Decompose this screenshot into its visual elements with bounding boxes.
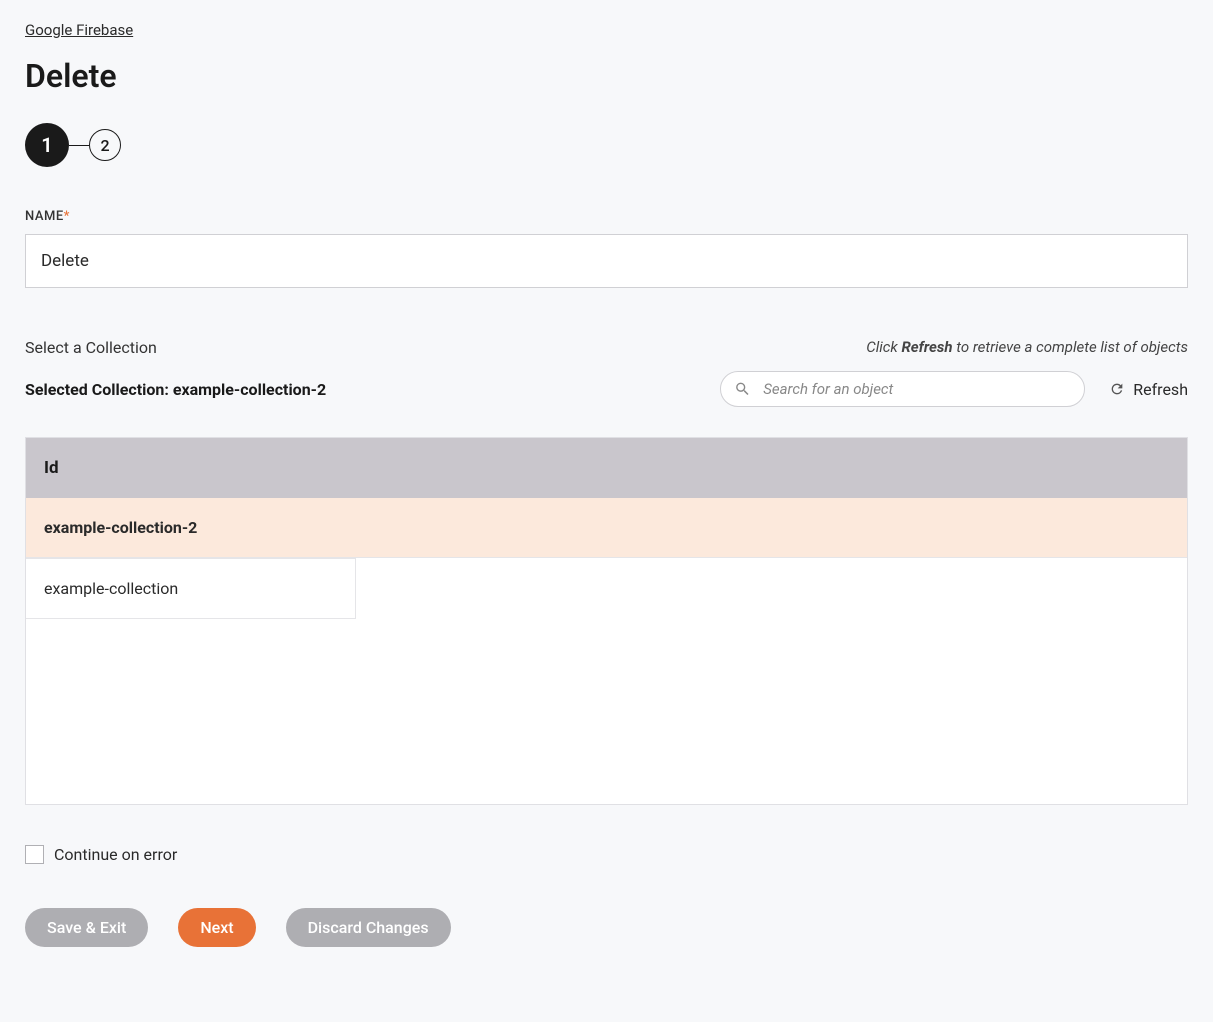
refresh-button[interactable]: Refresh: [1109, 380, 1188, 399]
refresh-icon: [1109, 381, 1125, 397]
collection-table: Id example-collection-2 example-collecti…: [25, 437, 1188, 805]
continue-on-error-label: Continue on error: [54, 845, 177, 864]
continue-on-error-checkbox[interactable]: [25, 845, 44, 864]
name-field-label: NAME*: [25, 209, 1188, 224]
page-title: Delete: [25, 57, 1188, 95]
refresh-button-label: Refresh: [1133, 380, 1188, 399]
stepper: 1 2: [25, 123, 1188, 167]
step-1[interactable]: 1: [25, 123, 69, 167]
step-2[interactable]: 2: [89, 129, 121, 161]
name-input[interactable]: [25, 234, 1188, 288]
search-wrap: [720, 371, 1085, 407]
refresh-hint: Click Refresh to retrieve a complete lis…: [866, 338, 1188, 356]
discard-changes-button[interactable]: Discard Changes: [286, 908, 451, 947]
breadcrumb-link[interactable]: Google Firebase: [25, 21, 133, 39]
search-icon: [734, 381, 751, 398]
table-header-id: Id: [26, 438, 1187, 498]
selected-collection-label: Selected Collection: example-collection-…: [25, 380, 326, 399]
save-exit-button[interactable]: Save & Exit: [25, 908, 148, 947]
next-button[interactable]: Next: [178, 908, 255, 947]
required-indicator: *: [64, 209, 70, 224]
table-row[interactable]: example-collection-2: [26, 498, 1187, 558]
table-row[interactable]: example-collection: [26, 558, 356, 619]
select-collection-label: Select a Collection: [25, 338, 157, 357]
step-connector: [69, 145, 89, 146]
search-input[interactable]: [720, 371, 1085, 407]
